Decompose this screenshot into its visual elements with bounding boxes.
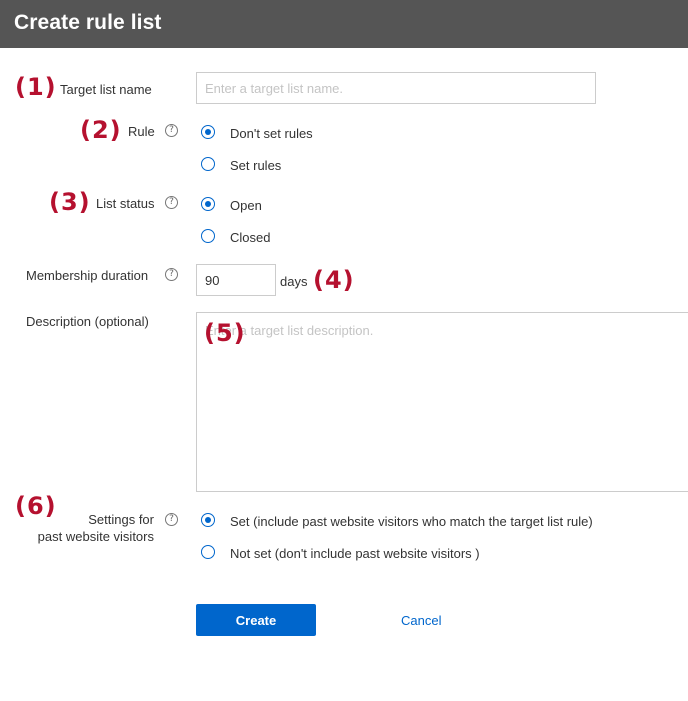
description-label: Description (optional) bbox=[26, 314, 149, 329]
past-visitors-option-not-set-label[interactable]: Not set (don't include past website visi… bbox=[230, 546, 480, 561]
rule-option-set-label[interactable]: Set rules bbox=[230, 158, 281, 173]
status-option-closed-label[interactable]: Closed bbox=[230, 230, 270, 245]
membership-duration-help-icon[interactable]: ? bbox=[165, 268, 178, 281]
past-visitors-label-line2: past website visitors bbox=[37, 529, 154, 544]
marker-5: (5) bbox=[204, 319, 246, 347]
rule-option-dont-set-label[interactable]: Don't set rules bbox=[230, 126, 313, 141]
past-visitors-radio-not-set[interactable] bbox=[201, 545, 215, 559]
marker-4: (4) bbox=[313, 266, 355, 294]
past-visitors-option-set-label[interactable]: Set (include past website visitors who m… bbox=[230, 514, 593, 529]
cancel-link[interactable]: Cancel bbox=[401, 613, 441, 628]
rule-radio-dont-set[interactable] bbox=[201, 125, 215, 139]
status-option-open-label[interactable]: Open bbox=[230, 198, 262, 213]
description-textarea[interactable] bbox=[196, 312, 688, 492]
marker-2: (2) bbox=[80, 116, 122, 144]
past-visitors-help-icon[interactable]: ? bbox=[165, 513, 178, 526]
membership-duration-unit: days bbox=[280, 274, 308, 289]
rule-help-icon[interactable]: ? bbox=[165, 124, 178, 137]
list-status-label: List status bbox=[96, 196, 155, 211]
membership-duration-input[interactable] bbox=[196, 264, 276, 296]
rule-label: Rule bbox=[128, 124, 155, 139]
rule-radio-set[interactable] bbox=[201, 157, 215, 171]
target-list-name-label: Target list name bbox=[60, 82, 152, 97]
dialog-header: Create rule list bbox=[0, 0, 688, 48]
status-radio-closed[interactable] bbox=[201, 229, 215, 243]
marker-1: (1) bbox=[15, 73, 57, 101]
status-radio-open[interactable] bbox=[201, 197, 215, 211]
page-title: Create rule list bbox=[14, 11, 162, 34]
target-list-name-input[interactable] bbox=[196, 72, 596, 104]
marker-3: (3) bbox=[49, 188, 91, 216]
create-button[interactable]: Create bbox=[196, 604, 316, 636]
membership-duration-label: Membership duration bbox=[26, 268, 149, 283]
list-status-help-icon[interactable]: ? bbox=[165, 196, 178, 209]
past-visitors-radio-set[interactable] bbox=[201, 513, 215, 527]
past-visitors-label-line1: Settings for bbox=[88, 512, 154, 527]
